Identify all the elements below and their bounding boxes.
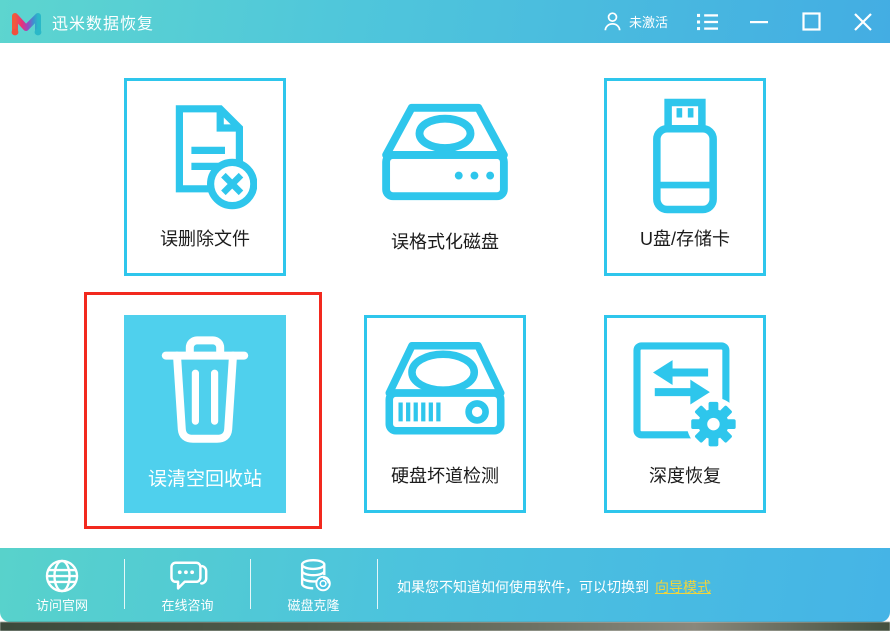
titlebar-controls: 未激活 [603, 9, 876, 35]
footer-label: 访问官网 [36, 595, 88, 614]
app-logo-icon [10, 7, 44, 37]
footer-bar: 访问官网 在线咨询 [0, 548, 890, 622]
recycle-bin-icon [153, 331, 257, 449]
app-title: 迅米数据恢复 [52, 10, 154, 34]
tile-label: 误删除文件 [127, 225, 283, 251]
deep-recovery-icon [626, 337, 744, 449]
tile-usb-drive[interactable]: U盘/存储卡 [604, 78, 766, 276]
footer-item-clone[interactable]: 磁盘克隆 [251, 554, 376, 616]
tile-hdd-check[interactable]: 硬盘坏道检测 [364, 315, 526, 513]
help-text: 如果您不知道如何使用软件，可以切换到 [397, 579, 649, 595]
footer-divider [377, 559, 378, 609]
main-area: 误删除文件 误格式化磁盘 [0, 43, 890, 548]
menu-list-icon[interactable] [694, 9, 720, 35]
disk-clone-icon [293, 557, 335, 595]
activation-status[interactable]: 未激活 [603, 11, 668, 32]
minimize-button[interactable] [746, 9, 772, 35]
footer-label: 在线咨询 [161, 595, 213, 614]
tile-label: U盘/存储卡 [607, 225, 763, 251]
footer-item-website[interactable]: 访问官网 [0, 554, 124, 616]
activation-label: 未激活 [629, 12, 668, 31]
title-bar: 迅米数据恢复 未激活 [0, 0, 890, 43]
tile-label: 误格式化磁盘 [364, 228, 526, 254]
close-button[interactable] [850, 9, 876, 35]
chat-icon [165, 557, 211, 595]
tile-label: 误清空回收站 [124, 464, 286, 491]
app-window: 迅米数据恢复 未激活 [0, 0, 890, 631]
tile-deep-recovery[interactable]: 深度恢复 [604, 315, 766, 513]
tile-label: 硬盘坏道检测 [367, 462, 523, 488]
wizard-mode-link[interactable]: 向导模式 [655, 579, 711, 595]
desktop-background-strip [0, 622, 890, 631]
tile-formatted-disk[interactable]: 误格式化磁盘 [364, 78, 526, 276]
footer-item-consult[interactable]: 在线咨询 [125, 554, 250, 616]
tile-recycle-bin[interactable]: 误清空回收站 [124, 315, 286, 513]
user-icon [603, 11, 622, 32]
maximize-button[interactable] [798, 9, 824, 35]
deleted-file-icon [153, 99, 257, 213]
formatted-disk-icon [374, 100, 516, 206]
footer-help-text: 如果您不知道如何使用软件，可以切换到向导模式 [397, 577, 711, 597]
tile-label: 深度恢复 [607, 462, 763, 488]
hdd-check-icon [377, 338, 513, 448]
globe-icon [41, 557, 83, 595]
usb-drive-icon [641, 95, 729, 217]
footer-label: 磁盘克隆 [287, 595, 339, 614]
tile-deleted-files[interactable]: 误删除文件 [124, 78, 286, 276]
